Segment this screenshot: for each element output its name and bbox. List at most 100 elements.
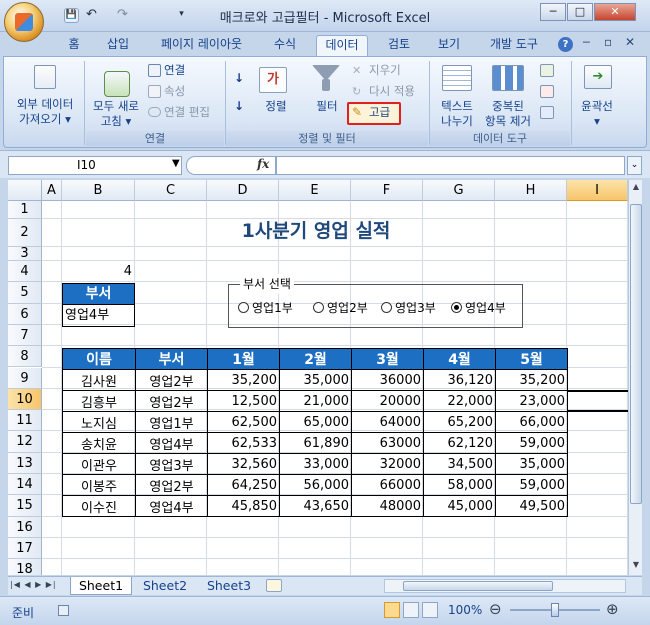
properties-button[interactable]: 속성 (164, 84, 185, 99)
radio-option-2[interactable]: 영업2부 (313, 298, 368, 318)
ribbon-close-icon[interactable]: ✕ (625, 35, 635, 49)
table-cell[interactable]: 63000 (351, 432, 424, 454)
connections-button[interactable]: 연결 (164, 63, 185, 78)
table-cell[interactable]: 49,500 (495, 495, 568, 517)
table-cell[interactable]: 62,120 (423, 432, 496, 454)
undo-icon[interactable]: ↶ (84, 8, 99, 23)
row-header-14[interactable]: 14 (8, 474, 42, 496)
ribbon-restore-icon[interactable]: ▫ (604, 35, 612, 49)
ribbon-minimize-icon[interactable]: ─ (583, 36, 590, 49)
scroll-up-icon[interactable]: ▲ (630, 182, 642, 194)
row-header-5[interactable]: 5 (8, 282, 42, 304)
table-cell[interactable]: 이수진 (62, 495, 136, 517)
table-cell[interactable]: 59,000 (495, 432, 568, 454)
help-icon[interactable]: ? (558, 37, 573, 52)
redo-icon[interactable]: ↷ (115, 8, 130, 23)
sheet-tab-3[interactable]: Sheet3 (198, 577, 260, 595)
row-header-12[interactable]: 12 (8, 431, 42, 453)
row-header-8[interactable]: 8 (8, 346, 42, 368)
table-cell[interactable]: 66000 (351, 474, 424, 496)
table-cell[interactable]: 32000 (351, 453, 424, 475)
name-box[interactable]: I10 (8, 156, 182, 175)
scroll-down-icon[interactable]: ▼ (630, 560, 642, 572)
row-header-7[interactable]: 7 (8, 324, 42, 347)
row-header-2[interactable]: 2 (8, 219, 42, 247)
table-cell[interactable]: 45,850 (207, 495, 280, 517)
worksheet-grid[interactable]: ABCDEFGHI 1 2 3 4 5 6 7 8 9 10 11 12 13 14 15 16 17 18 1사… (8, 180, 628, 575)
table-cell[interactable]: 영업4부 (135, 495, 208, 517)
column-header-i[interactable]: I (567, 180, 628, 201)
remove-duplicates-button[interactable]: 중복된 (480, 99, 536, 114)
radio-option-3[interactable]: 영업3부 (381, 298, 436, 318)
macro-record-icon[interactable] (58, 605, 69, 616)
data-validation-icon[interactable] (540, 64, 554, 77)
table-cell[interactable]: 56,000 (279, 474, 352, 496)
name-box-dropdown-icon[interactable]: ▼ (172, 158, 180, 169)
table-cell[interactable]: 23,000 (495, 390, 568, 412)
row-header-6[interactable]: 6 (8, 303, 42, 325)
radio-circle-icon[interactable] (238, 302, 249, 313)
column-header-a[interactable]: A (42, 180, 62, 201)
table-cell[interactable]: 65,000 (279, 411, 352, 433)
column-header-d[interactable]: D (207, 180, 279, 201)
radio-circle-icon[interactable] (313, 302, 324, 313)
what-if-icon[interactable] (540, 106, 554, 119)
zoom-in-icon[interactable]: ⊕ (606, 600, 619, 618)
zoom-level[interactable]: 100% (448, 603, 482, 617)
reapply-button[interactable]: 다시 적용 (369, 84, 415, 99)
sheet-nav-icons[interactable]: |◀ ◀ ▶ ▶| (10, 580, 57, 589)
tab-insert[interactable]: 삽입 (101, 35, 135, 56)
radio-option-4[interactable]: 영업4부 (451, 298, 506, 318)
table-cell[interactable]: 송치윤 (62, 432, 136, 454)
formula-input[interactable] (276, 156, 625, 175)
table-cell[interactable]: 21,000 (279, 390, 352, 412)
radio-circle-icon[interactable] (381, 302, 392, 313)
page-layout-view-icon[interactable] (403, 602, 419, 618)
horizontal-scroll-thumb[interactable] (403, 581, 553, 591)
tab-formulas[interactable]: 수식 (266, 35, 304, 56)
table-cell[interactable]: 32,560 (207, 453, 280, 475)
consolidate-icon[interactable] (540, 85, 554, 98)
table-cell[interactable]: 영업4부 (135, 432, 208, 454)
filter-button[interactable]: 필터 (309, 99, 345, 114)
clear-button[interactable]: 지우기 (369, 63, 401, 78)
row-header-10[interactable]: 10 (8, 388, 42, 411)
table-cell[interactable]: 35,200 (495, 369, 568, 391)
table-cell[interactable]: 36,120 (423, 369, 496, 391)
table-cell[interactable]: 62,533 (207, 432, 280, 454)
radio-circle-icon[interactable] (451, 302, 462, 313)
tab-developer[interactable]: 개발 도구 (483, 35, 545, 56)
outline-button[interactable]: 윤곽선 (574, 99, 620, 114)
edit-links-button[interactable]: 연결 편집 (164, 105, 210, 120)
table-cell[interactable]: 영업2부 (135, 390, 208, 412)
table-cell[interactable]: 62,500 (207, 411, 280, 433)
save-icon[interactable]: 💾 (64, 8, 79, 23)
select-all-corner[interactable] (8, 180, 42, 201)
table-cell[interactable]: 66,000 (495, 411, 568, 433)
row-header-11[interactable]: 11 (8, 410, 42, 432)
table-cell[interactable]: 48000 (351, 495, 424, 517)
row-header-17[interactable]: 17 (8, 537, 42, 560)
table-cell[interactable]: 영업2부 (135, 369, 208, 391)
table-cell[interactable]: 영업1부 (135, 411, 208, 433)
sheet-tab-1[interactable]: Sheet1 (70, 577, 132, 595)
table-cell[interactable]: 33,000 (279, 453, 352, 475)
row-header-3[interactable]: 3 (8, 247, 42, 261)
advanced-button[interactable]: 고급 (369, 105, 390, 120)
sort-az-icon[interactable]: 가 (259, 67, 287, 93)
table-cell[interactable]: 65,200 (423, 411, 496, 433)
tab-home[interactable]: 홈 (60, 35, 88, 56)
qat-dropdown-icon[interactable]: ▾ (174, 8, 189, 23)
table-cell[interactable]: 영업2부 (135, 474, 208, 496)
tab-data[interactable]: 데이터 (316, 35, 368, 56)
table-cell[interactable]: 노지심 (62, 411, 136, 433)
row-header-15[interactable]: 15 (8, 495, 42, 517)
row-header-18[interactable]: 18 (8, 559, 42, 575)
table-cell[interactable]: 35,200 (207, 369, 280, 391)
row-header-9[interactable]: 9 (8, 367, 42, 389)
table-cell[interactable]: 64,250 (207, 474, 280, 496)
vertical-scrollbar[interactable]: ▲ ▼ (628, 180, 642, 575)
column-header-g[interactable]: G (423, 180, 495, 201)
table-cell[interactable]: 34,500 (423, 453, 496, 475)
column-header-f[interactable]: F (351, 180, 423, 201)
